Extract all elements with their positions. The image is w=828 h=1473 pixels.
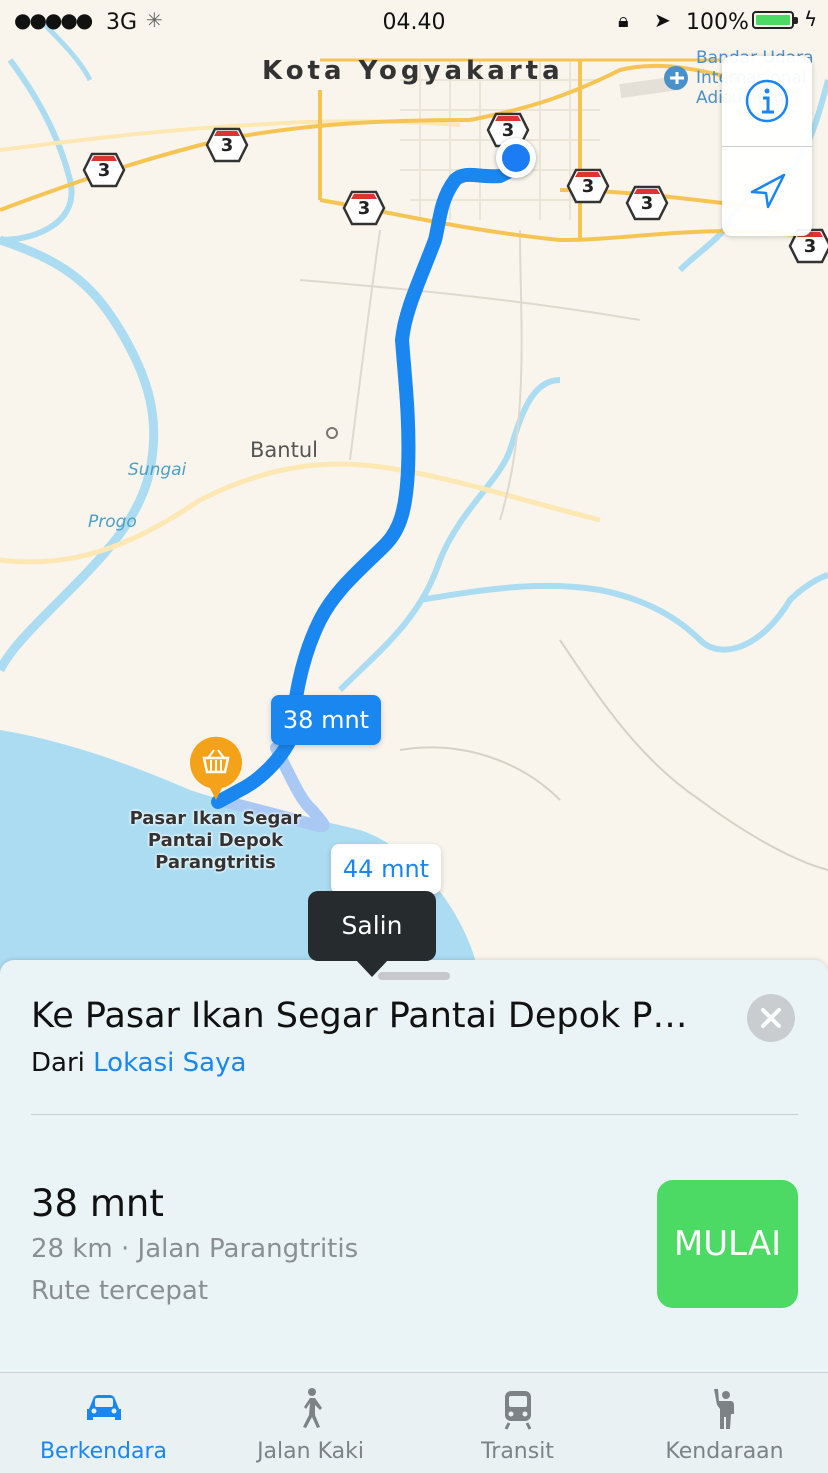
info-button[interactable]: [722, 56, 812, 146]
origin-line: Dari Lokasi Saya: [31, 1048, 246, 1078]
highway-shield: 3: [205, 127, 249, 163]
close-icon: [761, 1008, 781, 1028]
highway-shield: 3: [82, 152, 126, 188]
battery-percent: 100%: [686, 10, 749, 35]
status-bar: ●●●●● 3G ✳ 04.40 🔒︎ ➤ 100% ϟ: [0, 0, 828, 42]
popover-tail: [356, 960, 388, 977]
user-location-dot: [496, 138, 536, 178]
route-time-callout-primary[interactable]: 38 mnt: [271, 695, 381, 745]
destination-label[interactable]: Pasar Ikan Segar Pantai Depok Parangtrit…: [108, 808, 323, 874]
tab-ride[interactable]: Kendaraan: [621, 1373, 828, 1473]
map-view[interactable]: Kota Yogyakarta Bantul Sungai Progo Band…: [0, 0, 828, 980]
tab-drive[interactable]: Berkendara: [0, 1373, 207, 1473]
market-pin-icon[interactable]: [188, 736, 244, 802]
close-button[interactable]: [747, 994, 795, 1042]
location-arrow-icon: [750, 173, 786, 209]
tab-drive-label: Berkendara: [39, 1439, 168, 1464]
map-controls: [722, 56, 812, 236]
city-label: Kota Yogyakarta: [262, 56, 564, 86]
directions-sheet: Ke Pasar Ikan Segar Pantai Depok P… Dari…: [0, 960, 828, 1380]
tab-ride-label: Kendaraan: [665, 1439, 784, 1464]
start-navigation-button[interactable]: MULAI: [657, 1180, 798, 1308]
divider: [31, 1114, 798, 1115]
transport-tab-bar: Berkendara Jalan Kaki Transit Kendaraan: [0, 1372, 828, 1473]
destination-title: Ke Pasar Ikan Segar Pantai Depok P…: [31, 996, 688, 1036]
rotation-lock-icon: 🔒︎: [618, 8, 629, 32]
walk-icon: [303, 1388, 322, 1428]
route-eta: 38 mnt: [31, 1182, 164, 1225]
route-time-callout-alternate[interactable]: 44 mnt: [331, 844, 441, 894]
battery-icon: [752, 11, 798, 29]
river-label: Progo: [88, 512, 137, 532]
origin-link[interactable]: Lokasi Saya: [93, 1048, 246, 1078]
location-services-icon: ➤: [654, 8, 671, 32]
tab-walk-label: Jalan Kaki: [257, 1439, 364, 1464]
origin-prefix: Dari: [31, 1048, 85, 1078]
highway-shield: 3: [625, 185, 669, 221]
highway-shield: 3: [342, 190, 386, 226]
car-icon: [87, 1395, 121, 1420]
charging-icon: ϟ: [804, 7, 818, 31]
town-label: Bantul: [250, 438, 318, 462]
sheet-grabber[interactable]: [378, 972, 450, 980]
tab-transit-label: Transit: [481, 1439, 554, 1464]
tab-walk[interactable]: Jalan Kaki: [207, 1373, 414, 1473]
river-label: Sungai: [128, 460, 187, 480]
tab-transit[interactable]: Transit: [414, 1373, 621, 1473]
copy-popover[interactable]: Salin: [308, 891, 436, 977]
route-note: Rute tercepat: [31, 1276, 209, 1306]
track-location-button[interactable]: [722, 147, 812, 237]
train-icon: [504, 1391, 532, 1430]
highway-shield: 3: [566, 168, 610, 204]
route-details: 28 km · Jalan Parangtritis: [31, 1234, 359, 1264]
copy-popover-label: Salin: [341, 911, 403, 940]
hail-icon: [714, 1389, 734, 1429]
info-icon: [745, 79, 789, 123]
